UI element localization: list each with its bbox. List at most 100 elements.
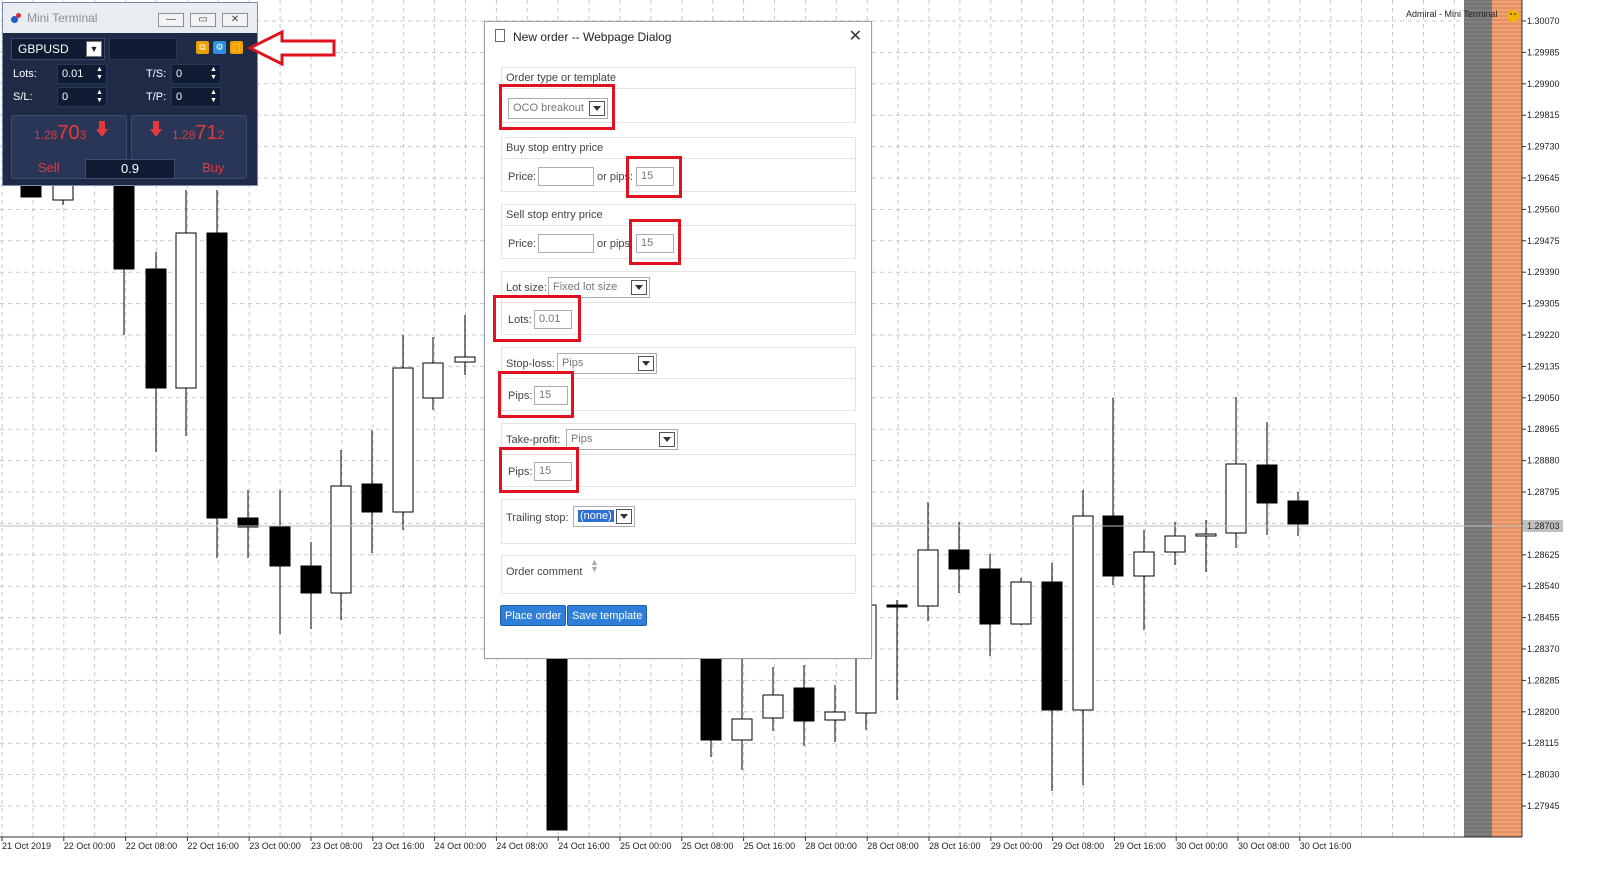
ts-spinner[interactable]: ▲ ▼	[209, 66, 218, 82]
highlight-box	[493, 295, 581, 342]
order-comment-section[interactable]: Order comment ▲ ▼	[501, 555, 856, 594]
symbol-info-field	[109, 38, 177, 60]
candle-body	[1225, 463, 1247, 534]
candle-body	[392, 367, 414, 513]
sort-arrows-icon: ▲ ▼	[590, 557, 599, 574]
candle-body	[1287, 500, 1309, 525]
ts-input[interactable]: 0 ▲ ▼	[171, 64, 221, 84]
ts-label: T/S:	[146, 68, 167, 80]
arrow-down-icon	[96, 121, 108, 137]
app-logo-icon	[11, 13, 21, 23]
candle-body	[700, 657, 722, 741]
buy-price-input[interactable]	[538, 167, 594, 186]
document-icon	[495, 29, 505, 42]
candle-body	[330, 485, 352, 594]
price-tick-label: 1.29305	[1527, 299, 1560, 309]
gear-icon[interactable]: ⚙	[213, 41, 226, 54]
buy-price-label: Price:	[508, 171, 537, 183]
price-tick-label: 1.28455	[1527, 613, 1560, 623]
price-tick-label: 1.29050	[1527, 393, 1560, 403]
price-tick-label: 1.29815	[1527, 110, 1560, 120]
candle-body	[948, 549, 970, 570]
chevron-down-icon[interactable]	[659, 432, 675, 447]
candle-body	[300, 565, 322, 594]
candle-body	[886, 604, 908, 608]
order-comment-label: Order comment	[506, 566, 583, 578]
copy-icon[interactable]: ⧉	[196, 41, 209, 54]
gray-band	[1464, 0, 1492, 837]
annotation-arrow-icon	[246, 29, 336, 67]
candle-body	[979, 568, 1001, 625]
place-order-button[interactable]: Place order	[500, 605, 567, 626]
smiley-icon	[1507, 10, 1519, 22]
price-tick-label: 1.29730	[1527, 142, 1560, 152]
sell-or-pips-label: or pips:	[597, 238, 634, 250]
candle-body	[1133, 551, 1155, 577]
symbol-select[interactable]: GBPUSD ▼	[11, 38, 105, 60]
time-tick-label: 25 Oct 00:00	[620, 841, 672, 851]
candle-body	[113, 179, 135, 270]
sell-price-small: 3	[79, 128, 87, 142]
trailing-stop-select[interactable]: (none)	[573, 506, 635, 527]
highlight-box	[499, 447, 579, 493]
chevron-down-icon[interactable]	[616, 509, 632, 524]
candle-body	[361, 483, 383, 513]
price-tick-label: 1.28540	[1527, 581, 1560, 591]
sl-input[interactable]: 0 ▲ ▼	[57, 87, 107, 107]
stop-loss-label: Stop-loss:	[506, 358, 555, 370]
price-tick-label: 1.28795	[1527, 487, 1560, 497]
restore-button[interactable]: ▭	[190, 13, 216, 27]
candle-body	[145, 268, 167, 389]
price-tick-label: 1.28285	[1527, 675, 1560, 685]
sell-price-label: Price:	[508, 238, 537, 250]
dialog-titlebar[interactable]: New order -- Webpage Dialog ✕	[485, 22, 871, 52]
time-tick-label: 28 Oct 16:00	[929, 841, 981, 851]
price-tick-label: 1.29985	[1527, 47, 1560, 57]
candle-body	[1072, 515, 1094, 711]
candle-body	[1041, 581, 1063, 711]
chart-edge-bands	[1464, 0, 1522, 837]
time-tick-label: 28 Oct 00:00	[805, 841, 857, 851]
close-icon[interactable]: ✕	[849, 26, 862, 46]
price-tick-label: 1.29390	[1527, 267, 1560, 277]
time-tick-label: 21 Oct 2019	[2, 841, 51, 851]
sell-price-input[interactable]	[538, 234, 594, 253]
time-tick-label: 24 Oct 16:00	[558, 841, 610, 851]
stop-loss-value: Pips	[562, 357, 584, 369]
price-tick-label: 1.29900	[1527, 79, 1560, 89]
price-tick-label: 1.29475	[1527, 236, 1560, 246]
lots-value: 0.01	[62, 68, 84, 80]
price-tick-label: 1.27945	[1527, 801, 1560, 811]
new-order-dialog: New order -- Webpage Dialog ✕ Order type…	[484, 21, 872, 659]
expand-icon[interactable]: ⬚	[230, 41, 243, 54]
lots-spinner[interactable]: ▲ ▼	[95, 66, 104, 82]
price-tick-label: 1.29135	[1527, 361, 1560, 371]
sell-price-prefix: 1.28	[34, 128, 58, 142]
take-profit-select[interactable]: Pips	[566, 429, 678, 450]
price-tick-label: 1.28115	[1527, 738, 1559, 748]
price-tick-label: 1.30070	[1527, 16, 1560, 26]
tp-input[interactable]: 0 ▲ ▼	[171, 87, 221, 107]
candle-body	[175, 232, 197, 389]
sl-spinner[interactable]: ▲ ▼	[95, 89, 104, 105]
time-tick-label: 23 Oct 16:00	[373, 841, 425, 851]
time-tick-label: 30 Oct 08:00	[1238, 841, 1290, 851]
close-button[interactable]: ✕	[222, 13, 248, 27]
tp-spinner[interactable]: ▲ ▼	[209, 89, 218, 105]
candle-body	[1195, 533, 1217, 537]
time-tick-label: 23 Oct 08:00	[311, 841, 363, 851]
lots-input[interactable]: 0.01 ▲ ▼	[57, 64, 107, 84]
candle-body	[1164, 535, 1186, 553]
mini-terminal-titlebar[interactable]: Mini Terminal — ▭ ✕	[3, 3, 257, 33]
orange-band	[1492, 0, 1522, 837]
buy-stop-header: Buy stop entry price	[506, 142, 604, 154]
buy-price-big: 71	[195, 122, 218, 144]
candle-body	[52, 184, 74, 201]
chevron-down-icon[interactable]: ▼	[86, 41, 102, 57]
time-tick-label: 24 Oct 00:00	[435, 841, 487, 851]
chevron-down-icon[interactable]	[638, 356, 654, 371]
save-template-button[interactable]: Save template	[567, 605, 648, 626]
minimize-button[interactable]: —	[158, 13, 184, 27]
chevron-down-icon[interactable]	[631, 280, 647, 295]
time-tick-label: 29 Oct 00:00	[991, 841, 1043, 851]
